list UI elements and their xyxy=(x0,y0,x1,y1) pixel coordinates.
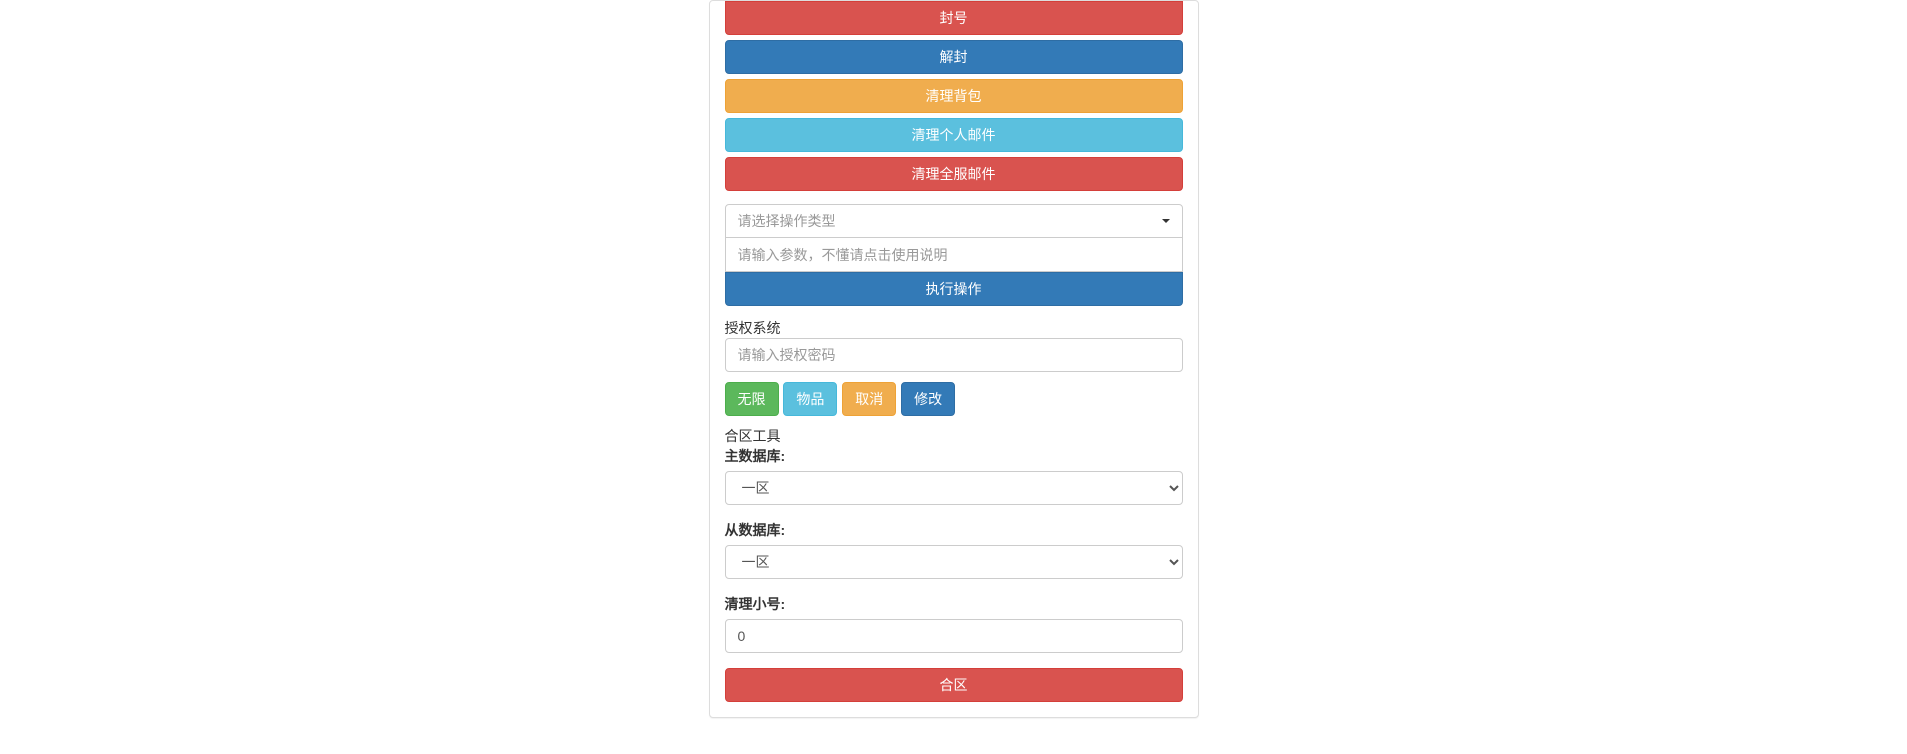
auth-section-label: 授权系统 xyxy=(725,318,1183,338)
clear-alt-label: 清理小号: xyxy=(725,594,1183,614)
admin-panel: 封号 解封 清理背包 清理个人邮件 清理全服邮件 请选择操作类型 执行操作 授权… xyxy=(709,0,1199,718)
modify-button[interactable]: 修改 xyxy=(901,382,955,416)
chevron-down-icon xyxy=(1162,219,1170,223)
operation-param-input[interactable] xyxy=(725,238,1183,272)
clear-alt-input[interactable] xyxy=(725,619,1183,653)
ban-button[interactable]: 封号 xyxy=(725,1,1183,35)
operation-type-toggle[interactable]: 请选择操作类型 xyxy=(725,204,1183,238)
item-button[interactable]: 物品 xyxy=(783,382,837,416)
operation-type-dropdown[interactable]: 请选择操作类型 xyxy=(725,204,1183,238)
clear-personal-mail-button[interactable]: 清理个人邮件 xyxy=(725,118,1183,152)
cancel-button[interactable]: 取消 xyxy=(842,382,896,416)
execute-operation-button[interactable]: 执行操作 xyxy=(725,272,1183,306)
clear-server-mail-button[interactable]: 清理全服邮件 xyxy=(725,157,1183,191)
main-db-select[interactable]: 一区 xyxy=(725,471,1183,505)
unban-button[interactable]: 解封 xyxy=(725,40,1183,74)
operation-type-placeholder: 请选择操作类型 xyxy=(738,213,836,229)
main-db-label: 主数据库: xyxy=(725,446,1183,466)
auth-button-row: 无限 物品 取消 修改 xyxy=(725,382,1183,416)
merge-button[interactable]: 合区 xyxy=(725,668,1183,702)
merge-section-title: 合区工具 xyxy=(725,426,1183,446)
sub-db-select[interactable]: 一区 xyxy=(725,545,1183,579)
sub-db-label: 从数据库: xyxy=(725,520,1183,540)
unlimited-button[interactable]: 无限 xyxy=(725,382,779,416)
auth-password-input[interactable] xyxy=(725,338,1183,372)
clear-bag-button[interactable]: 清理背包 xyxy=(725,79,1183,113)
